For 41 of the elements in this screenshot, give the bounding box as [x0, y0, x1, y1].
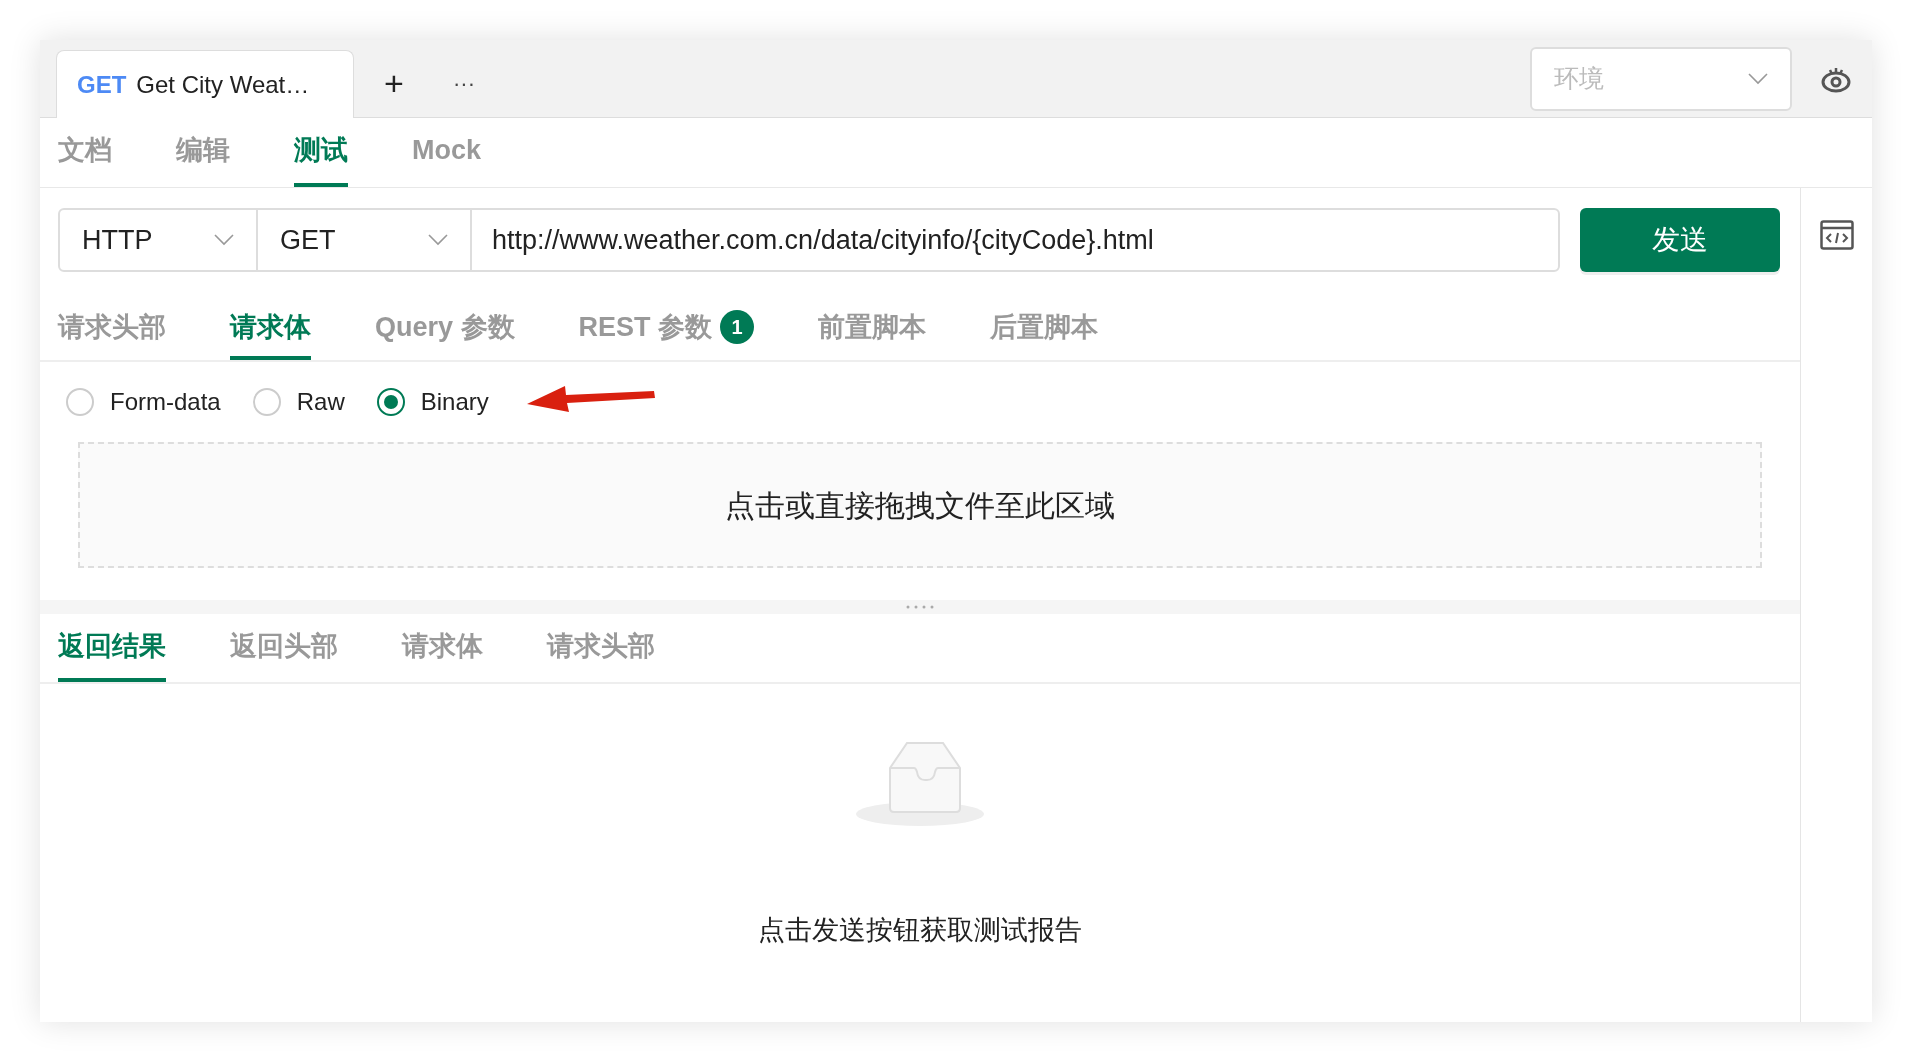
tab[interactable]: 编辑	[176, 118, 230, 187]
tab[interactable]: 文档	[58, 118, 112, 187]
url-field[interactable]: http://www.weather.com.cn/data/cityinfo/{cityCode}.html	[470, 208, 1560, 272]
tab[interactable]: 请求体	[402, 614, 483, 682]
resize-handle[interactable]	[40, 600, 1800, 614]
count-badge: 1	[720, 310, 755, 344]
tab[interactable]: Query 参数	[375, 298, 515, 360]
empty-inbox-icon	[855, 742, 985, 826]
chevron-down-icon	[428, 234, 448, 246]
radio-label: Binary	[420, 387, 489, 417]
tab[interactable]: 测试	[294, 118, 348, 187]
method-select[interactable]: GET	[258, 208, 470, 272]
tab[interactable]: Mock	[412, 118, 482, 187]
drop-hint: 点击或直接拖拽文件至此区域	[725, 487, 1115, 524]
tab[interactable]: 后置脚本	[990, 298, 1099, 360]
code-window-icon[interactable]	[1819, 220, 1854, 250]
tab[interactable]: 前置脚本	[818, 298, 927, 360]
radio-label: Form-data	[110, 387, 221, 417]
placeholder-text: 环境	[1554, 62, 1605, 94]
add-tab-button[interactable]: +	[354, 49, 434, 117]
tab[interactable]: REST 参数 1	[578, 298, 755, 360]
tab[interactable]: 返回结果	[58, 614, 166, 682]
chevron-down-icon	[1748, 72, 1768, 85]
request-tab[interactable]: GET Get City Weat…	[56, 50, 354, 118]
radio-button[interactable]	[376, 388, 405, 416]
drag-dots-icon	[906, 605, 934, 609]
method-value: GET	[280, 223, 336, 257]
tab-title: Get City Weat…	[136, 69, 310, 100]
radio-label: Raw	[296, 387, 345, 417]
tab[interactable]: 请求头部	[58, 298, 166, 360]
protocol-select[interactable]: HTTP	[58, 208, 258, 272]
tab[interactable]: 返回头部	[230, 614, 338, 682]
file-drop-zone[interactable]: 点击或直接拖拽文件至此区域	[78, 442, 1762, 568]
more-button[interactable]: ···	[434, 49, 494, 117]
tab[interactable]: 请求体	[230, 298, 311, 360]
method-label: GET	[77, 69, 127, 100]
empty-message: 点击发送按钮获取测试报告	[758, 914, 1082, 947]
protocol-value: HTTP	[82, 223, 153, 257]
tab[interactable]: 请求头部	[547, 614, 655, 682]
chevron-down-icon	[214, 234, 234, 246]
send-button[interactable]: 发送	[1580, 208, 1780, 272]
